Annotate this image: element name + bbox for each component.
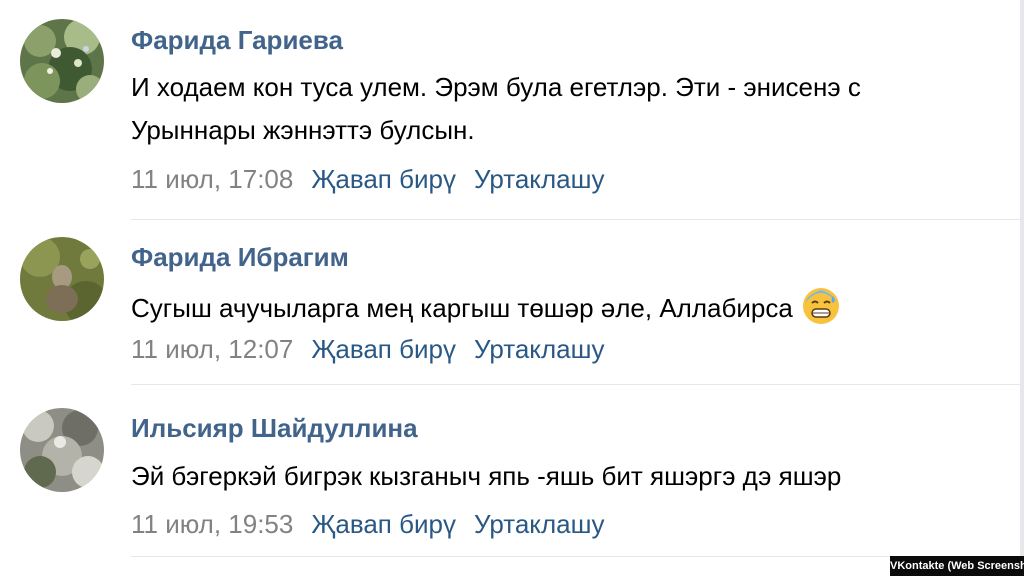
share-link[interactable]: Уртаклашу bbox=[474, 334, 604, 364]
comment-author[interactable]: Ильсияр Шайдуллина bbox=[131, 413, 418, 443]
comment-text-line: И ходаем кон туса улем. Эрэм була егетлэ… bbox=[131, 72, 861, 102]
divider bbox=[131, 556, 1020, 557]
share-link[interactable]: Уртаклашу bbox=[474, 164, 604, 194]
comment-item: Фарида Гариева И ходаем кон туса улем. Э… bbox=[0, 0, 1020, 220]
reply-link[interactable]: Җавап бирү bbox=[311, 334, 456, 364]
comment-meta: 11 июл, 19:53 Җавап бирү Уртаклашу bbox=[131, 509, 622, 539]
avatar[interactable] bbox=[20, 19, 104, 103]
share-link[interactable]: Уртаклашу bbox=[474, 509, 604, 539]
comment-text: Сугыш ачучыларга мең каргыш төшәр әле, А… bbox=[131, 293, 793, 323]
comment-timestamp[interactable]: 11 июл, 17:08 bbox=[131, 164, 293, 194]
comment-item: Ильсияр Шайдуллина Эй бэгеркэй бигрэк кы… bbox=[0, 385, 1020, 557]
comment-item: Фарида Ибрагим Сугыш ачучыларга мең карг… bbox=[0, 220, 1020, 385]
scrollbar-track[interactable] bbox=[1020, 0, 1024, 576]
reply-link[interactable]: Җавап бирү bbox=[311, 509, 456, 539]
avatar[interactable] bbox=[20, 408, 104, 492]
reply-link[interactable]: Җавап бирү bbox=[311, 164, 456, 194]
comment-timestamp[interactable]: 11 июл, 12:07 bbox=[131, 334, 293, 364]
cold-sweat-face-emoji-icon bbox=[802, 288, 839, 324]
comment-author[interactable]: Фарида Ибрагим bbox=[131, 242, 349, 272]
comment-text-line: Эй бэгеркэй бигрэк кызганыч япь -яшь бит… bbox=[131, 461, 842, 491]
comment-text-line: Сугыш ачучыларга мең каргыш төшәр әле, А… bbox=[131, 286, 841, 326]
comment-text-line: Урыннары жэннэттэ булсын. bbox=[131, 115, 475, 145]
watermark: VKontakte (Web Screenshot) bbox=[890, 556, 1024, 576]
avatar[interactable] bbox=[20, 237, 104, 321]
comment-timestamp[interactable]: 11 июл, 19:53 bbox=[131, 509, 293, 539]
comment-author[interactable]: Фарида Гариева bbox=[131, 25, 343, 55]
comment-meta: 11 июл, 17:08 Җавап бирү Уртаклашу bbox=[131, 164, 622, 194]
comment-meta: 11 июл, 12:07 Җавап бирү Уртаклашу bbox=[131, 334, 622, 364]
